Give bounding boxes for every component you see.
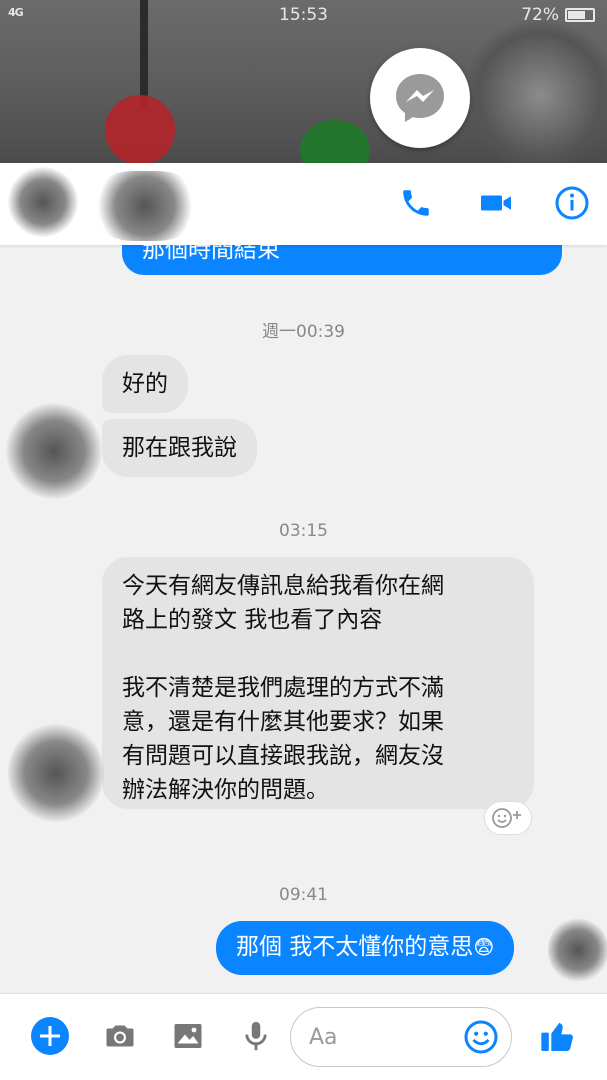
voice-call-button[interactable]	[396, 183, 436, 223]
more-actions-button[interactable]	[30, 1016, 70, 1056]
read-receipt-avatar	[548, 917, 607, 983]
incoming-message[interactable]: 好的	[102, 355, 188, 413]
outgoing-message[interactable]: 那個 我不太懂你的意思😨	[216, 921, 515, 975]
fearful-face-emoji: 😨	[473, 935, 495, 959]
messenger-chat-head[interactable]	[370, 48, 470, 148]
camera-button[interactable]	[100, 1016, 140, 1056]
thumbs-up-icon	[541, 1022, 573, 1051]
camera-icon	[106, 1025, 134, 1047]
sender-avatar[interactable]	[8, 723, 104, 823]
message-input[interactable]	[309, 1022, 459, 1052]
outgoing-message[interactable]: 那個時間結束	[122, 245, 562, 275]
gallery-button[interactable]	[168, 1016, 208, 1056]
battery-percent: 72%	[521, 5, 559, 25]
like-button[interactable]	[538, 1016, 578, 1056]
add-reaction-icon	[492, 808, 521, 828]
message-composer	[0, 993, 607, 1080]
battery-indicator: 72%	[521, 5, 595, 25]
timestamp: 週一00:39	[262, 322, 345, 342]
voice-message-button[interactable]	[236, 1016, 276, 1056]
video-camera-icon	[481, 195, 511, 211]
plus-icon	[31, 1017, 69, 1055]
status-bar: 4G 15:53 72%	[0, 0, 607, 30]
microphone-icon	[245, 1021, 267, 1051]
status-time: 15:53	[279, 5, 328, 25]
emoji-icon	[464, 1020, 498, 1054]
image-icon	[174, 1024, 202, 1048]
video-call-button[interactable]	[476, 183, 516, 223]
battery-icon	[565, 8, 595, 22]
messenger-icon	[396, 74, 444, 122]
timestamp: 03:15	[279, 521, 328, 541]
conversation-info-button[interactable]	[552, 183, 592, 223]
contact-name-redacted[interactable]	[90, 171, 200, 241]
info-icon	[555, 186, 589, 220]
message-input-box[interactable]	[290, 1007, 512, 1067]
sender-avatar[interactable]	[6, 403, 102, 499]
phone-icon	[403, 190, 429, 216]
emoji-button[interactable]	[461, 1017, 501, 1057]
incoming-message[interactable]: 今天有網友傳訊息給我看你在網 路上的發文 我也看了內容 我不清楚是我們處理的方式…	[102, 557, 534, 809]
incoming-message[interactable]: 那在跟我說	[102, 419, 257, 477]
contact-avatar[interactable]	[8, 167, 78, 237]
timestamp: 09:41	[279, 885, 328, 905]
conversation-header	[0, 163, 607, 245]
message-list[interactable]: 那個時間結束 週一00:39 好的 那在跟我說 03:15 今天有網友傳訊息給我…	[0, 245, 607, 993]
add-reaction-button[interactable]	[484, 801, 532, 835]
